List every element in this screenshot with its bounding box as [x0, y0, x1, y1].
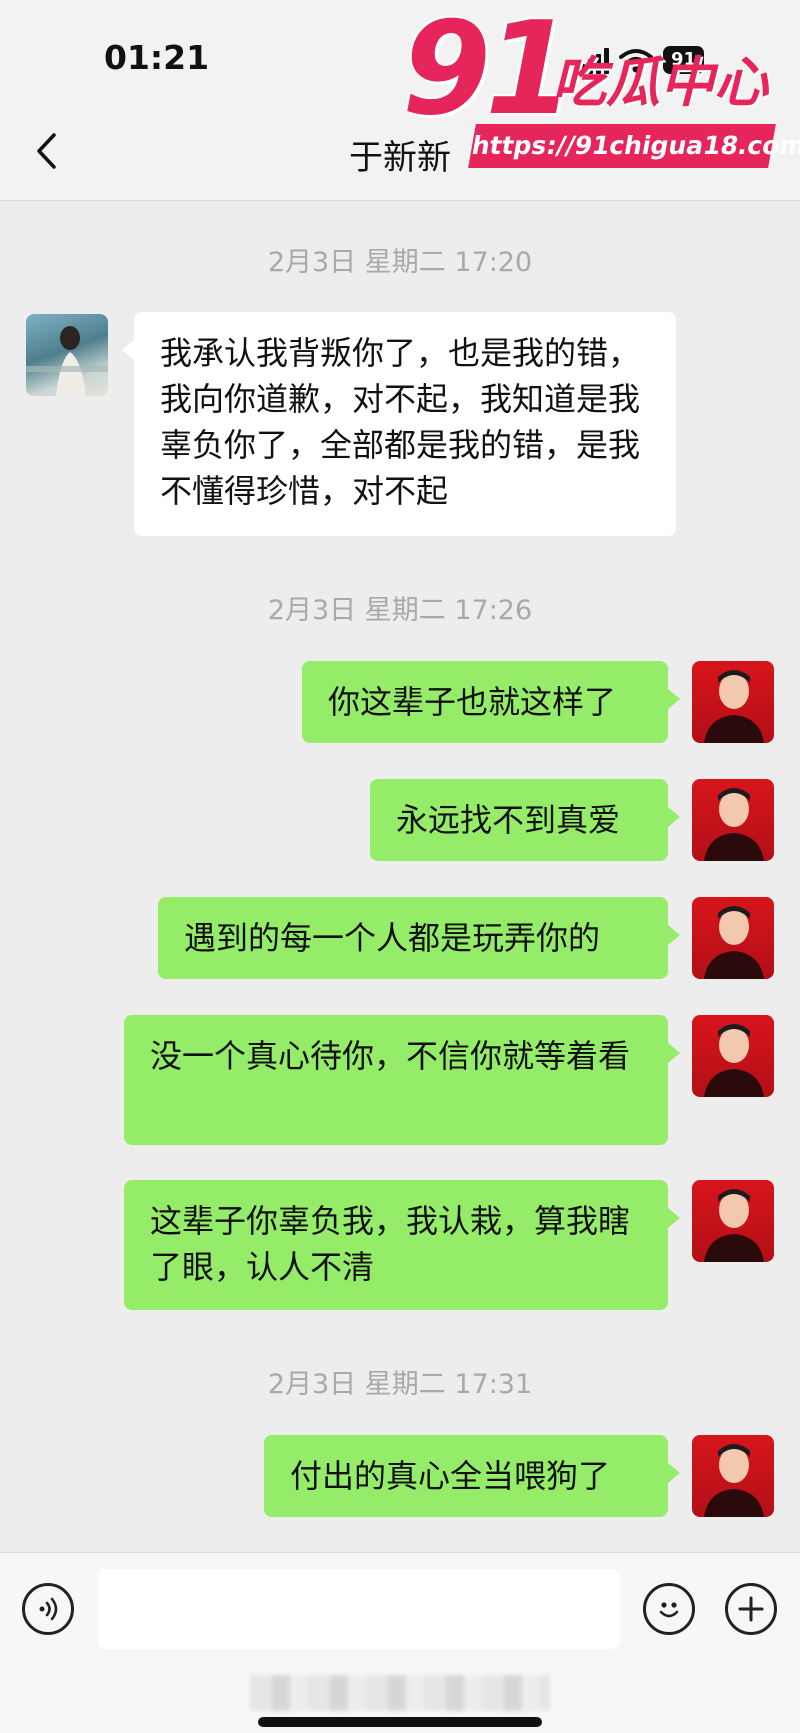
message-bubble-sent[interactable]: 这辈子你辜负我，我认栽，算我瞎了眼，认人不清 [124, 1180, 680, 1310]
blurred-text [250, 1675, 550, 1711]
contact-avatar[interactable] [26, 314, 108, 396]
message-bubble-sent[interactable]: 付出的真心全当喂狗了 [264, 1435, 680, 1517]
user-photo-icon [704, 670, 764, 743]
message-input[interactable] [98, 1569, 620, 1649]
watermark-number: 91 [402, 0, 574, 144]
emoji-icon [659, 1602, 679, 1618]
my-avatar[interactable] [692, 661, 774, 743]
plus-icon [738, 1596, 764, 1622]
message-bubble-sent[interactable]: 没一个真心待你，不信你就等着看 [124, 1015, 680, 1145]
user-photo-icon [704, 788, 764, 861]
message-bubble-received[interactable]: 我承认我背叛你了，也是我的错，我向你道歉，对不起，我知道是我辜负你了，全部都是我… [122, 312, 676, 536]
voice-button[interactable] [22, 1583, 74, 1635]
chat-timestamp: 2月3日 星期二 17:26 [267, 595, 533, 626]
input-bar [0, 1552, 800, 1733]
contact-photo-icon [26, 326, 108, 396]
voice-icon [39, 1597, 58, 1621]
my-avatar[interactable] [692, 897, 774, 979]
home-indicator[interactable] [258, 1717, 542, 1727]
message-bubble-sent[interactable]: 遇到的每一个人都是玩弄你的 [158, 897, 680, 979]
user-photo-icon [704, 1024, 764, 1097]
plus-button[interactable] [725, 1583, 777, 1635]
my-avatar[interactable] [692, 779, 774, 861]
my-avatar[interactable] [692, 1180, 774, 1262]
my-avatar[interactable] [692, 1015, 774, 1097]
message-bubble-sent[interactable]: 永远找不到真爱 [370, 779, 680, 861]
my-avatar[interactable] [692, 1435, 774, 1517]
user-photo-icon [704, 1444, 764, 1517]
user-photo-icon [704, 1189, 764, 1262]
user-photo-icon [704, 906, 764, 979]
chat-timestamp: 2月3日 星期二 17:31 [267, 1369, 533, 1400]
status-time: 01:21 [104, 38, 210, 77]
watermark-logo: 91 吃瓜中心 https://91chigua18.com [402, 6, 800, 174]
watermark-url: https://91chigua18.com [468, 124, 800, 168]
chat-timestamp: 2月3日 星期二 17:20 [267, 247, 533, 278]
emoji-button[interactable] [643, 1583, 695, 1635]
message-bubble-sent[interactable]: 你这辈子也就这样了 [302, 661, 680, 743]
watermark-text: 吃瓜中心 [552, 51, 768, 114]
